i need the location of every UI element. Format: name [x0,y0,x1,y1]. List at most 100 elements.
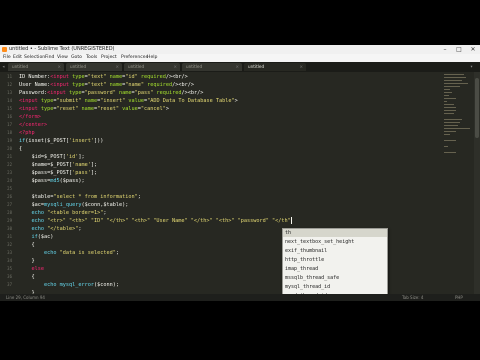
autocomplete-item[interactable]: exif_thumbnail [283,247,387,255]
code-line[interactable]: echo "<tr>" "<th>" "ID" "</th>" "<th>" "… [19,217,290,225]
menu-project[interactable]: Project [101,55,117,60]
code-token: if [19,234,38,240]
scrollbar-thumb[interactable] [475,78,479,138]
tab-label: untitled [248,64,265,69]
code-line[interactable]: else [19,265,44,273]
code-line[interactable]: echo "data is selected"; [19,249,119,257]
autocomplete-item[interactable]: imap_thread [283,265,387,273]
code-token: "cancel" [140,106,166,112]
code-line[interactable]: echo "</table>"; [19,225,81,233]
minimap[interactable] [444,72,470,192]
autocomplete-item[interactable]: mssqlb_thread_safe [283,274,387,282]
code-line[interactable]: if($ac) [19,233,53,241]
code-line[interactable]: $ac=mysqli_query($conn,$table); [19,201,128,209]
code-line[interactable]: Password:<input type="password" name="pa… [19,89,203,97]
menu-preferences[interactable]: Preferences [121,55,148,60]
code-token: <input [47,90,69,96]
code-token: 'id' [65,154,79,160]
tab-size-selector[interactable]: Tab Size: 4 [402,294,423,301]
line-number: 36 [7,274,12,279]
code-token: required [137,74,166,80]
code-line[interactable]: { [19,273,34,281]
sublime-app-icon [2,47,7,52]
code-token: } [19,258,35,264]
maximize-button[interactable]: □ [452,45,466,54]
line-number: 22 [7,162,12,167]
tab-close-icon[interactable]: × [235,63,239,71]
line-number: 26 [7,194,12,199]
tab-close-icon[interactable]: × [299,63,303,71]
autocomplete-item[interactable]: next_textbox_set_height [283,238,387,246]
tab-close-icon[interactable]: × [173,63,177,71]
code-token: mysqli_query [44,202,82,208]
tab-untitled-active[interactable]: untitled × [244,63,306,71]
menu-view[interactable]: View [57,55,68,60]
tab-untitled-4[interactable]: untitled × [182,63,242,71]
tab-untitled-1[interactable]: untitled × [8,63,64,71]
code-line[interactable]: ID Number:<input type="text" name="id" r… [19,73,188,81]
vertical-scrollbar[interactable] [474,72,480,294]
code-line[interactable]: </center> [19,121,47,129]
code-token: required [143,82,173,88]
code-editor[interactable]: 11 12 13 14 15 16 17 18 19 20 21 22 23 24 25 26 27 28 29 30… [0,72,480,301]
autocomplete-item[interactable]: th [283,229,387,237]
line-number: 30 [7,226,12,231]
menu-edit[interactable]: Edit [13,55,22,60]
code-token: ]; [78,154,85,160]
code-line[interactable]: <?php [19,129,35,137]
code-token: type [68,90,82,96]
line-number: 21 [7,154,12,159]
code-line[interactable]: </form> [19,113,41,121]
line-number: 34 [7,258,12,263]
syntax-selector[interactable]: PHP [455,294,463,301]
code-line[interactable]: $pass=$_POST['pass']; [19,169,97,177]
tab-close-icon[interactable]: × [115,63,119,71]
tab-label: untitled [128,64,145,69]
line-number-gutter: 11 12 13 14 15 16 17 18 19 20 21 22 23 24 25 26 27 28 29 30… [0,72,16,294]
code-line[interactable]: $id=$_POST['id']; [19,153,85,161]
close-button[interactable]: ✕ [466,45,480,54]
menu-selection[interactable]: Selection [24,55,45,60]
autocomplete-popup[interactable]: th next_textbox_set_height exif_thumbnai… [282,228,388,301]
menu-help[interactable]: Help [147,55,157,60]
line-number: 20 [7,146,12,151]
tab-untitled-2[interactable]: untitled × [66,63,122,71]
menu-tools[interactable]: Tools [86,55,97,60]
menu-goto[interactable]: Goto [71,55,82,60]
code-line[interactable]: echo mysql_error($conn); [19,281,119,289]
tab-list-icon[interactable]: ▾ [470,64,473,70]
code-line[interactable]: { [19,145,22,153]
code-token: (isset($_POST[ [25,138,69,144]
tab-untitled-3[interactable]: untitled × [124,63,180,71]
code-token: type [40,106,54,112]
code-token: "text" [87,82,107,88]
code-line[interactable]: } [19,257,35,265]
tab-scroll-left-icon[interactable]: ◂ [2,64,5,70]
code-line[interactable]: User Name:<input type="text" name="name"… [19,81,194,89]
line-number: 27 [7,202,12,207]
code-token: "</table>" [47,226,79,232]
autocomplete-item[interactable]: http_throttle [283,256,387,264]
code-line[interactable]: <input type="reset" name="reset" value="… [19,105,169,113]
code-token: </center> [19,122,48,128]
code-line[interactable]: $pass=md5($pass); [19,177,84,185]
code-token: ; [137,194,141,200]
minimize-button[interactable]: – [438,45,452,54]
code-token: name [115,90,132,96]
line-number: 35 [7,266,12,271]
tab-label: untitled [186,64,203,69]
autocomplete-item[interactable]: mysql_thread_id [283,283,387,291]
menu-find[interactable]: Find [45,55,54,60]
menu-file[interactable]: File [3,55,11,60]
code-line[interactable]: $table="select * from information"; [19,193,141,201]
code-line[interactable]: $name=$_POST['name']; [19,161,97,169]
code-line[interactable]: echo "<table border=1>"; [19,209,106,217]
code-token: ID Number: [19,74,51,80]
tab-close-icon[interactable]: × [57,63,61,71]
tab-label: untitled [12,64,29,69]
code-line[interactable]: { [19,241,34,249]
code-token: "<table border=1>" [47,210,104,216]
code-token: { [19,146,23,152]
code-line[interactable]: if(isset($_POST['insert'])) [19,137,103,145]
code-line[interactable]: <input type="submit" name="insert" value… [19,97,238,105]
